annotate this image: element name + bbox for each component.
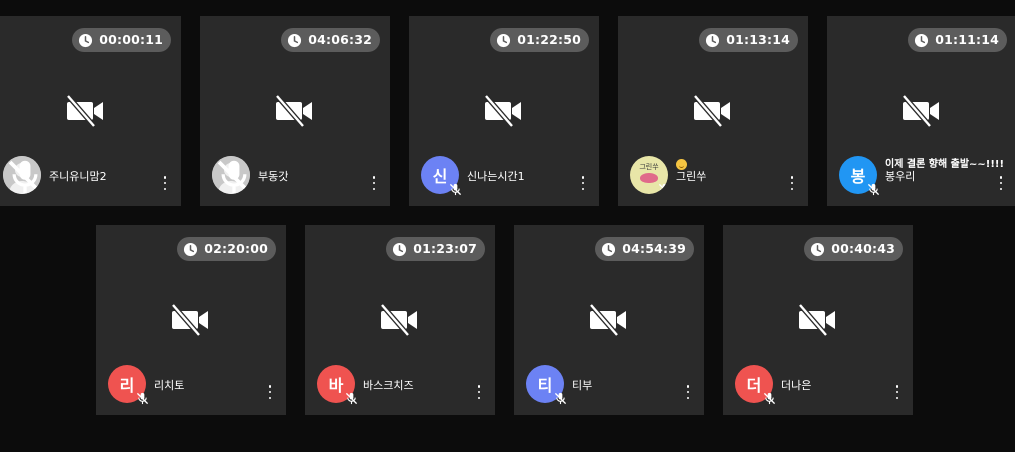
participant-name: 신나는시간1 (467, 170, 525, 183)
clock-icon (602, 242, 616, 256)
participant-tile[interactable]: 01:11:14 봉 이제 결론 향해 출발~~!!!! 봉우리 (827, 16, 1015, 206)
timer-value: 00:00:11 (99, 32, 163, 47)
video-off-icon (66, 95, 103, 127)
avatar: 그린쑤 (630, 156, 668, 194)
more-options-button[interactable] (163, 176, 167, 190)
participant-name: 그린쑤 (676, 170, 707, 183)
clock-icon (393, 242, 407, 256)
avatar-initial: 리 (119, 376, 135, 395)
avatar: 신 (421, 156, 462, 196)
avatar: 봉 (839, 156, 880, 196)
clock-icon (79, 33, 93, 47)
mic-off-icon (763, 392, 776, 405)
mic-off-icon (449, 183, 462, 196)
avatar: 더 (735, 365, 776, 405)
session-timer: 04:54:39 (595, 237, 694, 261)
session-timer: 02:20:00 (177, 237, 276, 261)
session-timer: 04:06:32 (281, 28, 380, 52)
participant-name: 주니유니맘2 (49, 170, 107, 183)
clock-icon (497, 33, 511, 47)
clock-icon (288, 33, 302, 47)
participant-tile[interactable]: 04:06:32 부동갓 (200, 16, 390, 206)
participant-tile[interactable]: 01:22:50 신 신나는시간1 (409, 16, 599, 206)
more-options-button[interactable] (686, 385, 690, 399)
participant-tile[interactable]: 01:13:14 그린쑤 그린쑤 (618, 16, 808, 206)
session-timer: 01:23:07 (386, 237, 485, 261)
participant-tile[interactable]: 00:40:43 더 더나은 (723, 225, 913, 415)
video-off-icon (693, 95, 730, 127)
more-options-button[interactable] (268, 385, 272, 399)
timer-value: 01:22:50 (517, 32, 581, 47)
session-timer: 01:22:50 (490, 28, 589, 52)
avatar: 티 (526, 365, 567, 405)
more-options-button[interactable] (790, 176, 794, 190)
session-timer: 01:13:14 (699, 28, 798, 52)
video-off-icon (589, 304, 626, 336)
timer-value: 00:40:43 (831, 241, 895, 256)
session-timer: 00:40:43 (804, 237, 903, 261)
participant-name: 봉우리 (885, 170, 916, 183)
timer-value: 04:54:39 (622, 241, 686, 256)
mic-off-icon (345, 392, 358, 405)
participant-tile[interactable]: 00:00:11 주니유니맘2 (0, 16, 181, 206)
avatar: 바 (317, 365, 358, 405)
video-off-icon (275, 95, 312, 127)
video-off-icon (798, 304, 835, 336)
clock-icon (706, 33, 720, 47)
sticker-text: 그린쑤 (639, 163, 659, 171)
mic-off-icon (136, 392, 149, 405)
timer-value: 01:23:07 (413, 241, 477, 256)
avatar-initial: 신 (432, 167, 448, 186)
video-off-icon (171, 304, 208, 336)
mic-off-icon (217, 160, 250, 194)
clock-icon (915, 33, 929, 47)
avatar (3, 156, 41, 194)
participant-name: 티부 (572, 379, 593, 392)
clock-icon (184, 242, 198, 256)
avatar-initial: 바 (328, 376, 344, 395)
participant-tile[interactable]: 02:20:00 리 리치토 (96, 225, 286, 415)
participant-tile[interactable]: 04:54:39 티 티부 (514, 225, 704, 415)
avatar-initial: 더 (746, 376, 762, 395)
participant-name: 부동갓 (258, 170, 289, 183)
avatar-initial: 티 (537, 376, 553, 395)
mic-off-icon (554, 392, 567, 405)
session-timer: 00:00:11 (72, 28, 171, 52)
video-off-icon (902, 95, 939, 127)
avatar: 리 (108, 365, 149, 405)
participant-name: 리치토 (154, 379, 185, 392)
session-timer: 01:11:14 (908, 28, 1007, 52)
timer-value: 01:13:14 (726, 32, 790, 47)
participant-name: 바스크치즈 (363, 379, 414, 392)
sticker-character (640, 173, 658, 183)
mic-off-icon (8, 160, 41, 194)
participant-tile[interactable]: 01:23:07 바 바스크치즈 (305, 225, 495, 415)
clock-icon (811, 242, 825, 256)
timer-value: 02:20:00 (204, 241, 268, 256)
mic-off-icon (658, 183, 668, 194)
avatar (212, 156, 250, 194)
more-options-button[interactable] (581, 176, 585, 190)
video-off-icon (380, 304, 417, 336)
timer-value: 01:11:14 (935, 32, 999, 47)
timer-value: 04:06:32 (308, 32, 372, 47)
more-options-button[interactable] (477, 385, 481, 399)
avatar-initial: 봉 (850, 167, 866, 186)
more-options-button[interactable] (895, 385, 899, 399)
participant-name: 더나은 (781, 379, 812, 392)
more-options-button[interactable] (999, 176, 1003, 190)
video-off-icon (484, 95, 521, 127)
mic-off-icon (867, 183, 880, 196)
more-options-button[interactable] (372, 176, 376, 190)
